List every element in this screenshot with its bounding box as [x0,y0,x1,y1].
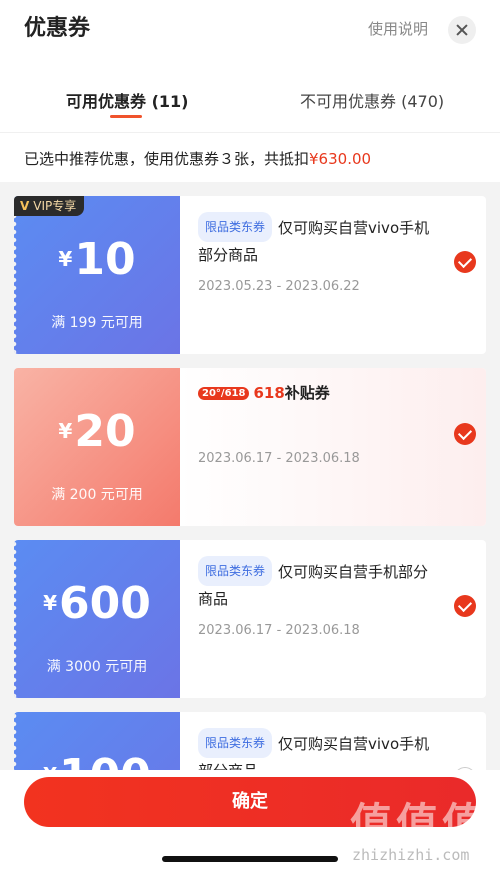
coupon-amount: ¥20 [14,406,180,457]
coupon-value-panel: ¥20 满 200 元可用 [14,368,180,526]
coupon-amount: ¥600 [14,578,180,629]
coupon-description: 限品类东券仅可购买自营vivo手机部分商品 [198,212,443,268]
checked-icon[interactable] [454,595,476,617]
summary-text: 已选中推荐优惠，使用优惠券３张，共抵扣¥630.00 [24,148,371,169]
coupon-card[interactable]: ¥600 满 3000 元可用 限品类东券 仅可购买自营手机部分商品 2023.0… [14,540,486,698]
coupon-description: 限品类东券 仅可购买自营手机部分商品 [198,556,443,612]
vip-badge: V VIP专享 [14,196,85,216]
coupon-value-panel: ¥600 满 3000 元可用 [14,540,180,698]
amount-value: 20 [74,406,136,457]
vip-badge-label: VIP专享 [33,199,77,213]
coupon-value-panel: V VIP专享 ¥10 满 199 元可用 [14,196,180,354]
close-icon[interactable] [448,16,476,44]
coupon-list[interactable]: V VIP专享 ¥10 满 199 元可用 限品类东券 仅可购买自营vivo手机部分… [0,182,500,770]
amount-value: 100 [59,750,151,770]
active-tab-indicator [110,115,142,118]
summary-label: 已选中推荐优惠，使用优惠券３张，共抵扣 [24,150,310,168]
selection-summary: 已选中推荐优惠，使用优惠券３张，共抵扣¥630.00 [0,132,500,182]
amount-value: 600 [59,578,151,629]
promo-title-text: 补贴券 [284,384,330,402]
coupon-date: 2023.05.23 - 2023.06.22 [198,279,360,294]
coupon-detail: 限品类东券仅可购买自营vivo手机部分商品 [180,712,486,770]
watermark-url: zhizhizhi.com [352,846,470,864]
confirm-bar: 确定 值值值 zhizhizhi.com [0,770,500,875]
coupon-condition: 满 3000 元可用 [46,659,148,675]
coupon-detail: 限品类东券 仅可购买自营vivo手机部分商品 2023.05.23 - 2023.… [180,196,486,354]
coupon-condition: 满 200 元可用 [51,487,143,503]
coupon-description: 限品类东券仅可购买自营vivo手机部分商品 [198,728,443,770]
coupon-amount: ¥100 [14,750,180,770]
coupon-detail: 20°/618 618补贴券 2023.06.17 - 2023.06.18 [180,368,486,526]
usage-help-link[interactable]: 使用说明 [368,18,428,39]
coupon-detail: 限品类东券 仅可购买自营手机部分商品 2023.06.17 - 2023.06.1… [180,540,486,698]
header: 优惠券 使用说明 [0,0,500,60]
checked-icon[interactable] [454,251,476,273]
coupon-tag: 限品类东券 [198,212,273,242]
currency-symbol: ¥ [58,419,73,443]
page-title: 优惠券 [24,16,91,41]
coupon-tag: 限品类东券 [198,556,273,586]
coupon-card[interactable]: V VIP专享 ¥10 满 199 元可用 限品类东券 仅可购买自营vivo手机部分… [14,196,486,354]
amount-value: 10 [74,234,136,285]
promo-title: 20°/618 618补贴券 [198,382,330,403]
promo-logo: 20°/618 [198,387,250,400]
currency-symbol: ¥ [43,591,58,615]
coupon-card[interactable]: ¥20 满 200 元可用 20°/618 618补贴券 2023.06.17 -… [14,368,486,526]
home-indicator [162,856,338,862]
promo-618-text: 618 [253,384,285,402]
checked-icon[interactable] [454,423,476,445]
coupon-date: 2023.06.17 - 2023.06.18 [198,623,360,638]
tab-available[interactable]: 可用优惠券 (11) [66,88,188,112]
coupon-value-panel: ¥100 [14,712,180,770]
tab-unavailable[interactable]: 不可用优惠券 (470) [300,88,444,112]
vip-icon: V [20,199,30,213]
coupon-date: 2023.06.17 - 2023.06.18 [198,451,360,466]
watermark-logo: 值值值 [350,799,489,848]
coupon-card[interactable]: ¥100 限品类东券仅可购买自营vivo手机部分商品 [14,712,486,770]
coupon-tabs: 可用优惠券 (11) 不可用优惠券 (470) [0,72,500,130]
currency-symbol: ¥ [43,763,57,770]
coupon-amount: ¥10 [14,234,180,285]
coupon-condition: 满 199 元可用 [51,315,143,331]
coupon-tag: 限品类东券 [198,728,273,758]
summary-amount: ¥630.00 [309,150,372,168]
currency-symbol: ¥ [58,247,73,271]
